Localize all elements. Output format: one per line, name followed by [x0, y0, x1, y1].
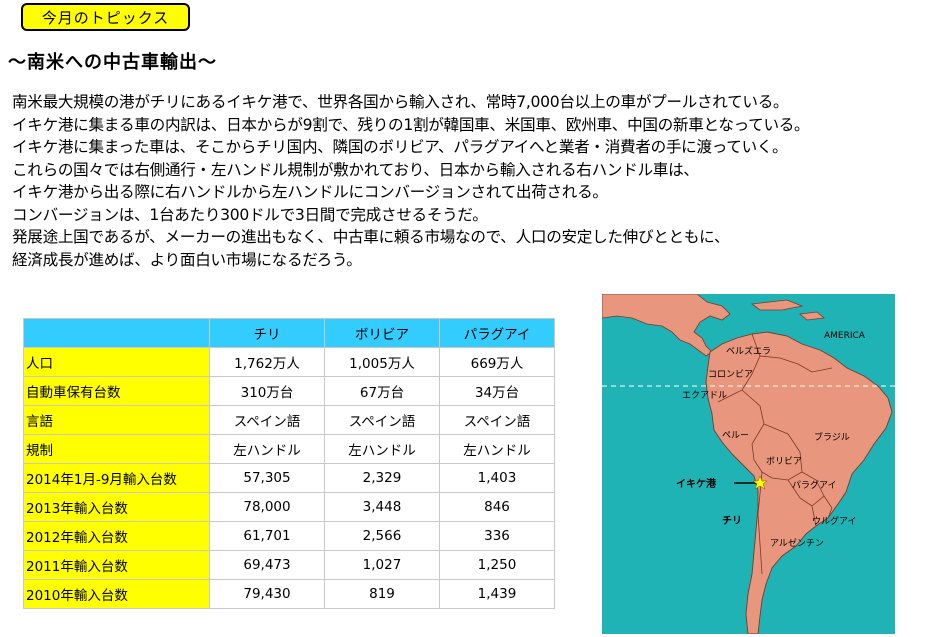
map-label-colombia: コロンビア [708, 369, 753, 380]
article-paragraph: イキケ港から出る際に右ハンドルから左ハンドルにコンバージョンされて出荷される。 [12, 183, 608, 201]
map-label-bolivia: ボリビア [766, 456, 802, 467]
topic-badge: 今月のトピックス [21, 3, 190, 31]
row-label: 自動車保有台数 [23, 376, 210, 406]
table-cell: スペイン語 [209, 405, 325, 435]
row-label: 規制 [23, 434, 210, 464]
table-cell: スペイン語 [324, 405, 440, 435]
article-paragraph: イキケ港に集まった車は、そこからチリ国内、隣国のボリビア、パラグアイへと業者・消… [12, 138, 788, 156]
article-paragraph: イキケ港に集まる車の内訳は、日本からが9割で、残りの1割が韓国車、米国車、欧州車… [12, 115, 810, 134]
article-paragraph: 南米最大規模の港がチリにあるイキケ港で、世界各国から輸入され、常時7,000台以… [12, 93, 789, 111]
article-paragraph: 経済成長が進めば、より面白い市場になるだろう。 [12, 250, 362, 269]
central-america-land [602, 294, 731, 357]
table-cell: 1,762万人 [209, 347, 325, 377]
article-paragraph: これらの国々では右側通行・左ハンドル規制が敷かれており、日本から輸入される右ハン… [12, 160, 699, 179]
table-row: 規制 左ハンドル 左ハンドル 左ハンドル [23, 434, 555, 464]
table-cell: 1,439 [439, 579, 555, 609]
row-label: 2011年輸入台数 [23, 550, 210, 580]
topic-badge-label: 今月のトピックス [41, 8, 170, 27]
table-cell: 2,329 [324, 463, 440, 493]
table-row: 人口 1,762万人 1,005万人 669万人 [23, 347, 555, 377]
table-cell: 846 [439, 492, 555, 522]
table-cell: 2,566 [324, 521, 440, 551]
table-cell: 78,000 [209, 492, 325, 522]
row-label: 2013年輸入台数 [23, 492, 210, 522]
table-cell: 79,430 [209, 579, 325, 609]
table-cell: 左ハンドル [324, 434, 440, 464]
map-svg: AMERICA ベルズエラ コロンビア エクアドル ペルー ブラジル ボリビア … [602, 294, 895, 634]
row-label: 2014年1月-9月輸入台数 [23, 463, 210, 493]
table-header-chile: チリ [209, 318, 325, 348]
page-title: ～南米への中古車輸出～ [8, 52, 217, 73]
table-row: 2013年輸入台数 78,000 3,448 846 [23, 492, 555, 522]
table-cell: 69,473 [209, 550, 325, 580]
table-cell: スペイン語 [439, 405, 555, 435]
table-header-bolivia: ボリビア [324, 318, 440, 348]
country-stats-table: チリ ボリビア パラグアイ 人口 1,762万人 1,005万人 669万人 自… [23, 318, 555, 609]
map-label-argentina: アルゼンチン [770, 537, 824, 549]
row-label: 2012年輸入台数 [23, 521, 210, 551]
table-cell: 57,305 [209, 463, 325, 493]
row-label: 人口 [23, 347, 210, 377]
article-paragraph: 発展途上国であるが、メーカーの進出もなく、中古車に頼る市場なので、人口の安定した… [12, 228, 730, 246]
row-label: 2010年輸入台数 [23, 579, 210, 609]
table-header-corner [23, 318, 210, 348]
table-cell: 34万台 [439, 376, 555, 406]
table-cell: 3,448 [324, 492, 440, 522]
map-label-ecuador: エクアドル [682, 390, 727, 401]
table-cell: 1,403 [439, 463, 555, 493]
map-label-brazil: ブラジル [814, 431, 850, 443]
table-header-paraguay: パラグアイ [439, 318, 555, 348]
map-label-uruguay: ウルグアイ [812, 515, 857, 527]
map-label-port: イキケ港 [676, 477, 717, 490]
map-label-peru: ペルー [722, 431, 749, 441]
table-row: 自動車保有台数 310万台 67万台 34万台 [23, 376, 555, 406]
table-cell: 1,250 [439, 550, 555, 580]
south-america-map: AMERICA ベルズエラ コロンビア エクアドル ペルー ブラジル ボリビア … [602, 294, 895, 634]
caribbean-island [750, 299, 804, 311]
table-cell: 336 [439, 521, 555, 551]
map-label-chile: チリ [722, 515, 742, 527]
article-paragraph: コンバージョンは、1台あたり300ドルで3日間で完成させるそうだ。 [12, 205, 488, 224]
table-cell: 61,701 [209, 521, 325, 551]
table-header-row: チリ ボリビア パラグアイ [23, 318, 555, 348]
caribbean-island [799, 311, 825, 321]
article-body: 南米最大規模の港がチリにあるイキケ港で、世界各国から輸入され、常時7,000台以… [12, 91, 917, 271]
map-label-venezuela: ベルズエラ [726, 345, 771, 357]
table-cell: 67万台 [324, 376, 440, 406]
table-row: 2012年輸入台数 61,701 2,566 336 [23, 521, 555, 551]
table-cell: 819 [324, 579, 440, 609]
table-row: 2010年輸入台数 79,430 819 1,439 [23, 579, 555, 609]
map-label-paraguay: パラグアイ [792, 479, 837, 491]
map-region-label: AMERICA [824, 331, 866, 341]
table-cell: 1,027 [324, 550, 440, 580]
table-cell: 左ハンドル [209, 434, 325, 464]
table-cell: 左ハンドル [439, 434, 555, 464]
table-cell: 669万人 [439, 347, 555, 377]
table-row: 言語 スペイン語 スペイン語 スペイン語 [23, 405, 555, 435]
table-row: 2011年輸入台数 69,473 1,027 1,250 [23, 550, 555, 580]
row-label: 言語 [23, 405, 210, 435]
table-cell: 1,005万人 [324, 347, 440, 377]
table-row: 2014年1月-9月輸入台数 57,305 2,329 1,403 [23, 463, 555, 493]
table-cell: 310万台 [209, 376, 325, 406]
